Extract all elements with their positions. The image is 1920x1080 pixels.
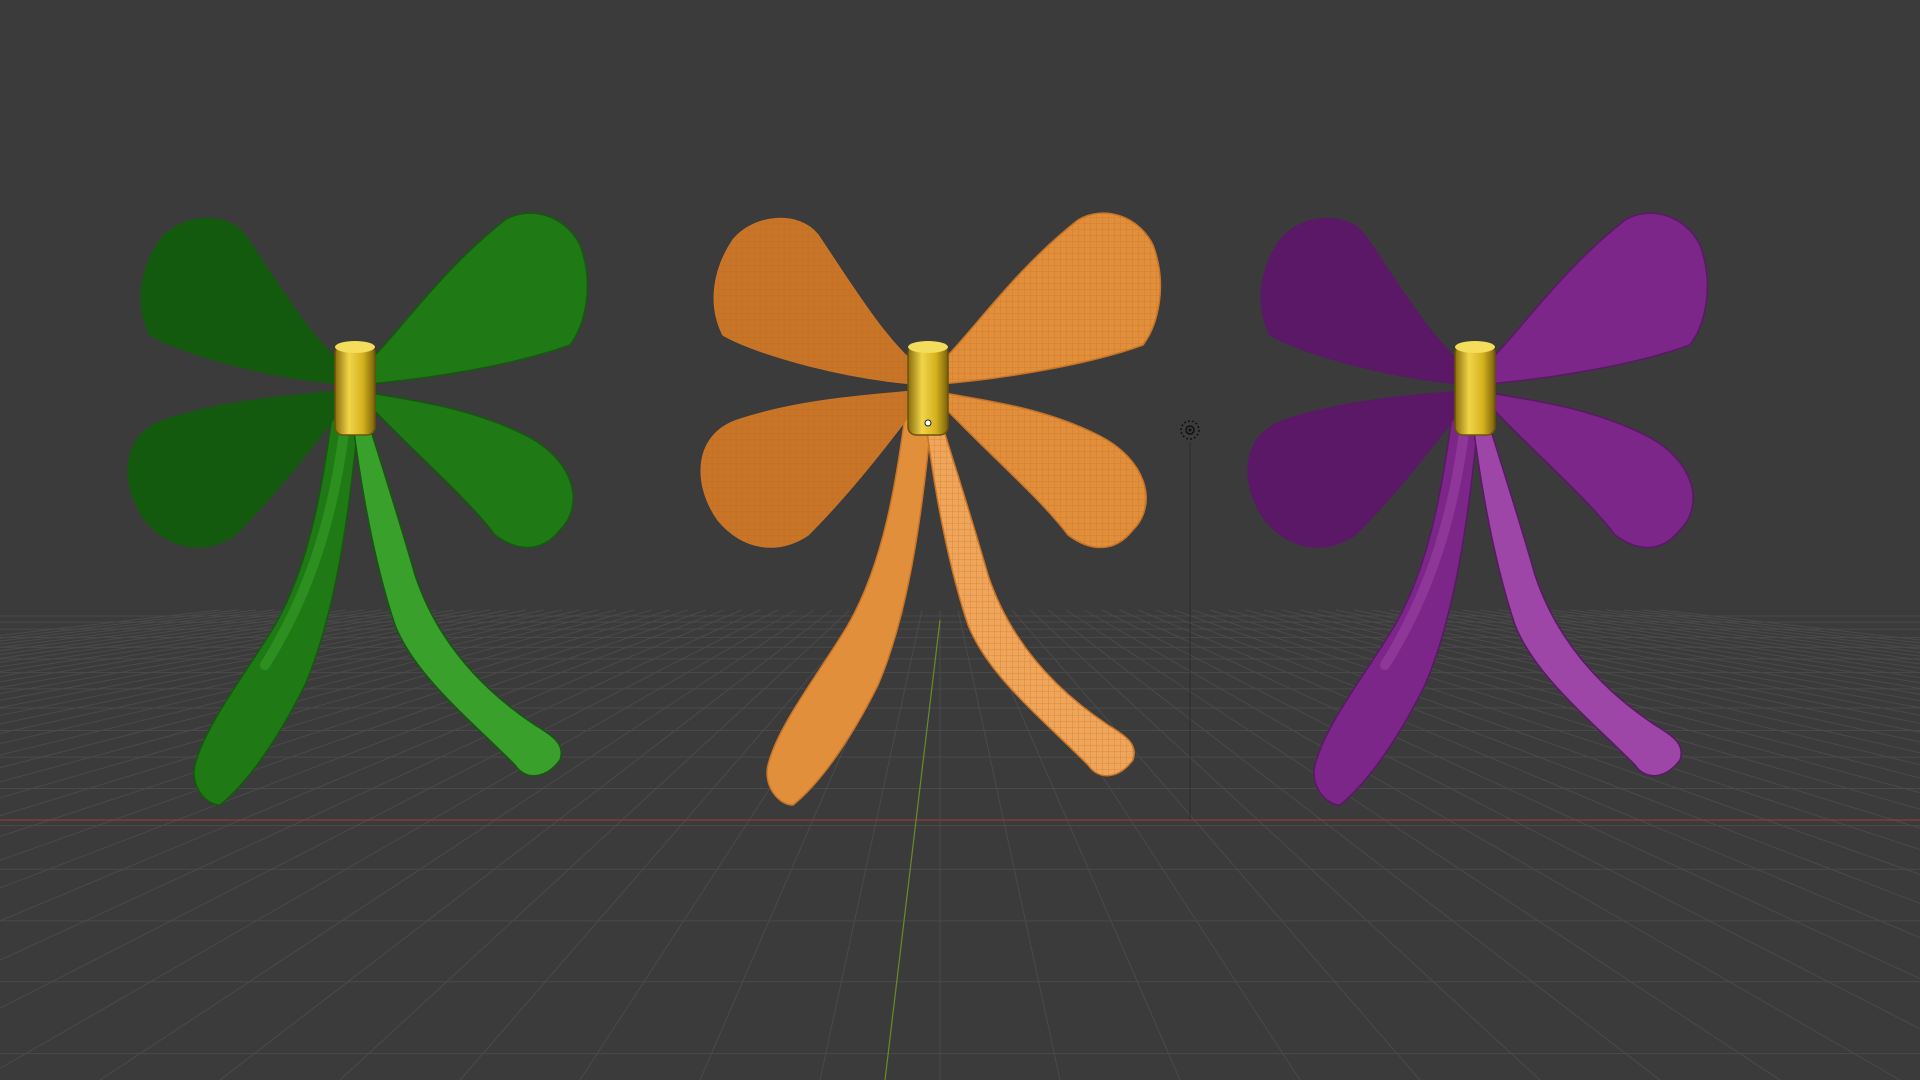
object-origin-dot [924,419,932,427]
bow-green-upperRight [354,212,589,386]
bow-green-gold-band-top [335,341,375,353]
viewport-canvas[interactable] [0,0,1920,1080]
bow-orange[interactable] [700,212,1162,806]
bow-purple[interactable] [1247,212,1709,806]
bow-purple-gold-band-top [1455,341,1495,353]
bow-orange-upperLeft-wire [714,218,928,385]
3d-viewport[interactable] [0,0,1920,1080]
bow-purple-upperRight [1474,212,1709,386]
bow-purple-gold-band [1454,344,1496,436]
bow-green-upperLeft [140,217,356,386]
bow-green[interactable] [127,212,589,806]
bow-green-gold-band [334,344,376,436]
bow-purple-upperLeft [1260,217,1476,386]
bow-orange-gold-band-top [908,341,948,353]
bow-orange-upperRight-wire [928,213,1161,385]
